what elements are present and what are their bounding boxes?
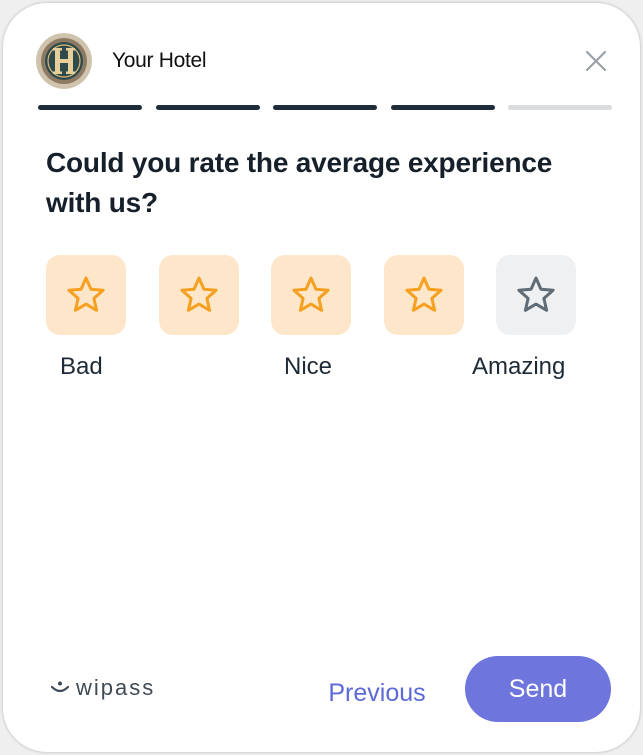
question-title: Could you rate the average experience wi… [46,147,553,218]
star-3-button[interactable] [271,255,351,335]
progress-step [273,105,377,110]
previous-button[interactable]: Previous [311,671,443,715]
hotel-monogram-logo [36,33,92,89]
star-1-button[interactable] [46,255,126,335]
survey-card: Your Hotel Could you rate the average ex… [3,3,640,752]
star-icon [180,276,218,312]
brand-name: wipass [76,675,156,700]
smile-icon [50,681,70,693]
star-5-button[interactable] [496,255,576,335]
header: Your Hotel [36,32,207,90]
rating-label-mid: Nice [284,353,333,380]
close-icon [585,50,607,72]
star-icon [517,276,555,312]
star-icon [405,276,443,312]
star-icon [292,276,330,312]
star-icon [67,276,105,312]
brand-logo: wipass [50,675,155,701]
rating-label-low: Bad [60,353,103,380]
progress-step [390,105,495,110]
hotel-avatar [36,33,92,89]
star-4-button[interactable] [384,255,464,335]
progress-bar [38,105,612,110]
send-button[interactable]: Send [465,656,611,722]
hotel-name: Your Hotel [112,49,207,72]
progress-step [155,105,260,110]
rating-label-high: Amazing [472,353,566,380]
close-button[interactable] [583,48,609,74]
star-2-button[interactable] [159,255,239,335]
progress-step [508,105,612,110]
progress-step [38,105,142,110]
